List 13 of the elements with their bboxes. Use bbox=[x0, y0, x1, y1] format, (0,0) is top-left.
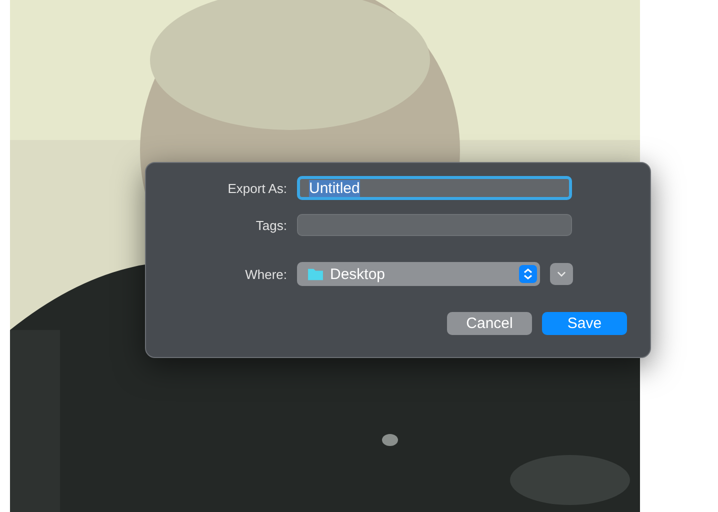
tags-label: Tags: bbox=[254, 218, 287, 232]
where-label: Where: bbox=[244, 266, 287, 282]
chevron-down-icon bbox=[557, 271, 566, 277]
stepper-icon bbox=[519, 265, 537, 283]
save-button[interactable]: Save bbox=[542, 312, 627, 335]
folder-icon bbox=[307, 267, 324, 281]
location-popup[interactable]: Desktop bbox=[297, 262, 540, 286]
tags-field[interactable] bbox=[297, 214, 572, 236]
export-as-label: Export As: bbox=[226, 180, 287, 196]
name-field[interactable]: Untitled bbox=[297, 176, 572, 200]
cancel-button[interactable]: Cancel bbox=[447, 312, 532, 335]
location-name: Desktop bbox=[330, 266, 386, 282]
expand-button[interactable] bbox=[550, 263, 573, 285]
